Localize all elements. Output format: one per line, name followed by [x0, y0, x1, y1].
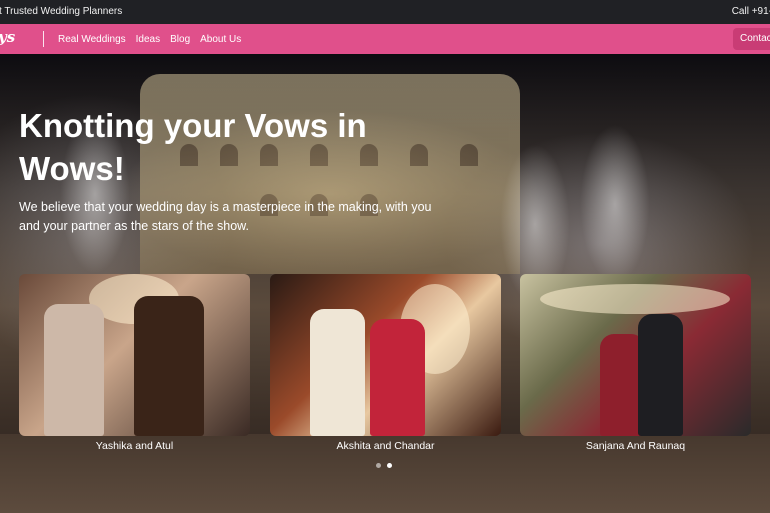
site-logo[interactable]: ys [0, 28, 15, 46]
nav-link-about-us[interactable]: About Us [200, 34, 241, 45]
top-bar: st Trusted Wedding Planners Call +91- [0, 0, 770, 24]
carousel-dot-1[interactable] [376, 463, 381, 468]
wedding-card-yashika-atul[interactable] [19, 274, 250, 436]
tagline: st Trusted Wedding Planners [0, 6, 123, 17]
call-link[interactable]: Call +91- [732, 6, 770, 17]
card-caption: Akshita and Chandar [336, 440, 435, 452]
carousel-dot-2-active[interactable] [387, 463, 392, 468]
nav-link-ideas[interactable]: Ideas [136, 34, 160, 45]
fireworks-sparkle [580, 124, 650, 284]
hero-title: Knotting your Vows in Wows! [19, 107, 367, 187]
navbar: ys Real Weddings Ideas Blog About Us Con… [0, 24, 770, 54]
wedding-card-sanjana-raunaq[interactable] [520, 274, 751, 436]
nav-link-real-weddings[interactable]: Real Weddings [58, 34, 126, 45]
carousel-pagination [376, 463, 392, 468]
contact-button[interactable]: Contac [733, 28, 770, 50]
hero-section: Knotting your Vows in Wows! We believe t… [0, 54, 770, 513]
hero-subtitle: We believe that your wedding day is a ma… [19, 200, 432, 233]
wedding-card-akshita-chandar[interactable] [270, 274, 501, 436]
nav-divider [43, 31, 44, 47]
nav-links: Real Weddings Ideas Blog About Us [58, 34, 241, 45]
card-caption: Sanjana And Raunaq [585, 440, 686, 452]
nav-link-blog[interactable]: Blog [170, 34, 190, 45]
card-caption: Yashika and Atul [95, 440, 174, 452]
